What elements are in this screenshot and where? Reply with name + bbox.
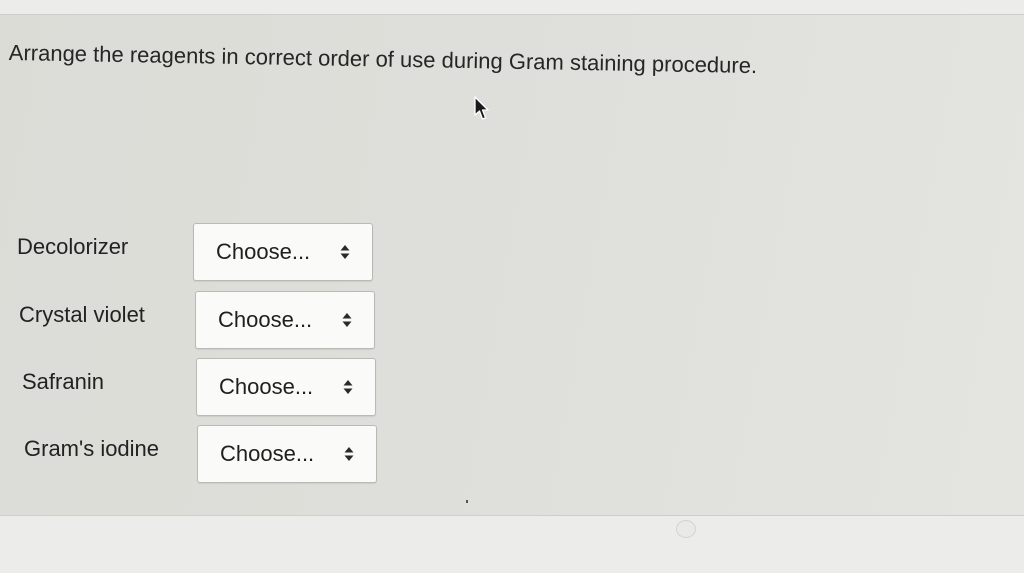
- stray-mark: [466, 500, 468, 503]
- order-select-decolorizer[interactable]: Choose...: [193, 223, 373, 281]
- order-select-safranin[interactable]: Choose...: [196, 358, 376, 416]
- faint-circle-mark: [676, 520, 696, 538]
- up-down-arrows-icon: [340, 245, 350, 259]
- up-down-arrows-icon: [342, 313, 352, 327]
- bottom-strip: [0, 516, 1024, 573]
- select-value: Choose...: [218, 307, 313, 332]
- order-select-crystal-violet[interactable]: Choose...: [195, 291, 375, 349]
- select-value: Choose...: [216, 239, 311, 264]
- reagent-label-grams-iodine: Gram's iodine: [24, 436, 160, 461]
- mouse-pointer-icon: [474, 96, 489, 120]
- up-down-arrows-icon: [343, 380, 353, 394]
- order-select-grams-iodine[interactable]: Choose...: [197, 425, 377, 483]
- reagent-label-crystal-violet: Crystal violet: [19, 302, 145, 327]
- reagent-label-decolorizer: Decolorizer: [17, 234, 129, 259]
- reagent-label-safranin: Safranin: [22, 369, 104, 394]
- select-value: Choose...: [220, 441, 315, 466]
- select-value: Choose...: [219, 374, 314, 399]
- top-strip: [0, 0, 1024, 14]
- up-down-arrows-icon: [344, 447, 354, 461]
